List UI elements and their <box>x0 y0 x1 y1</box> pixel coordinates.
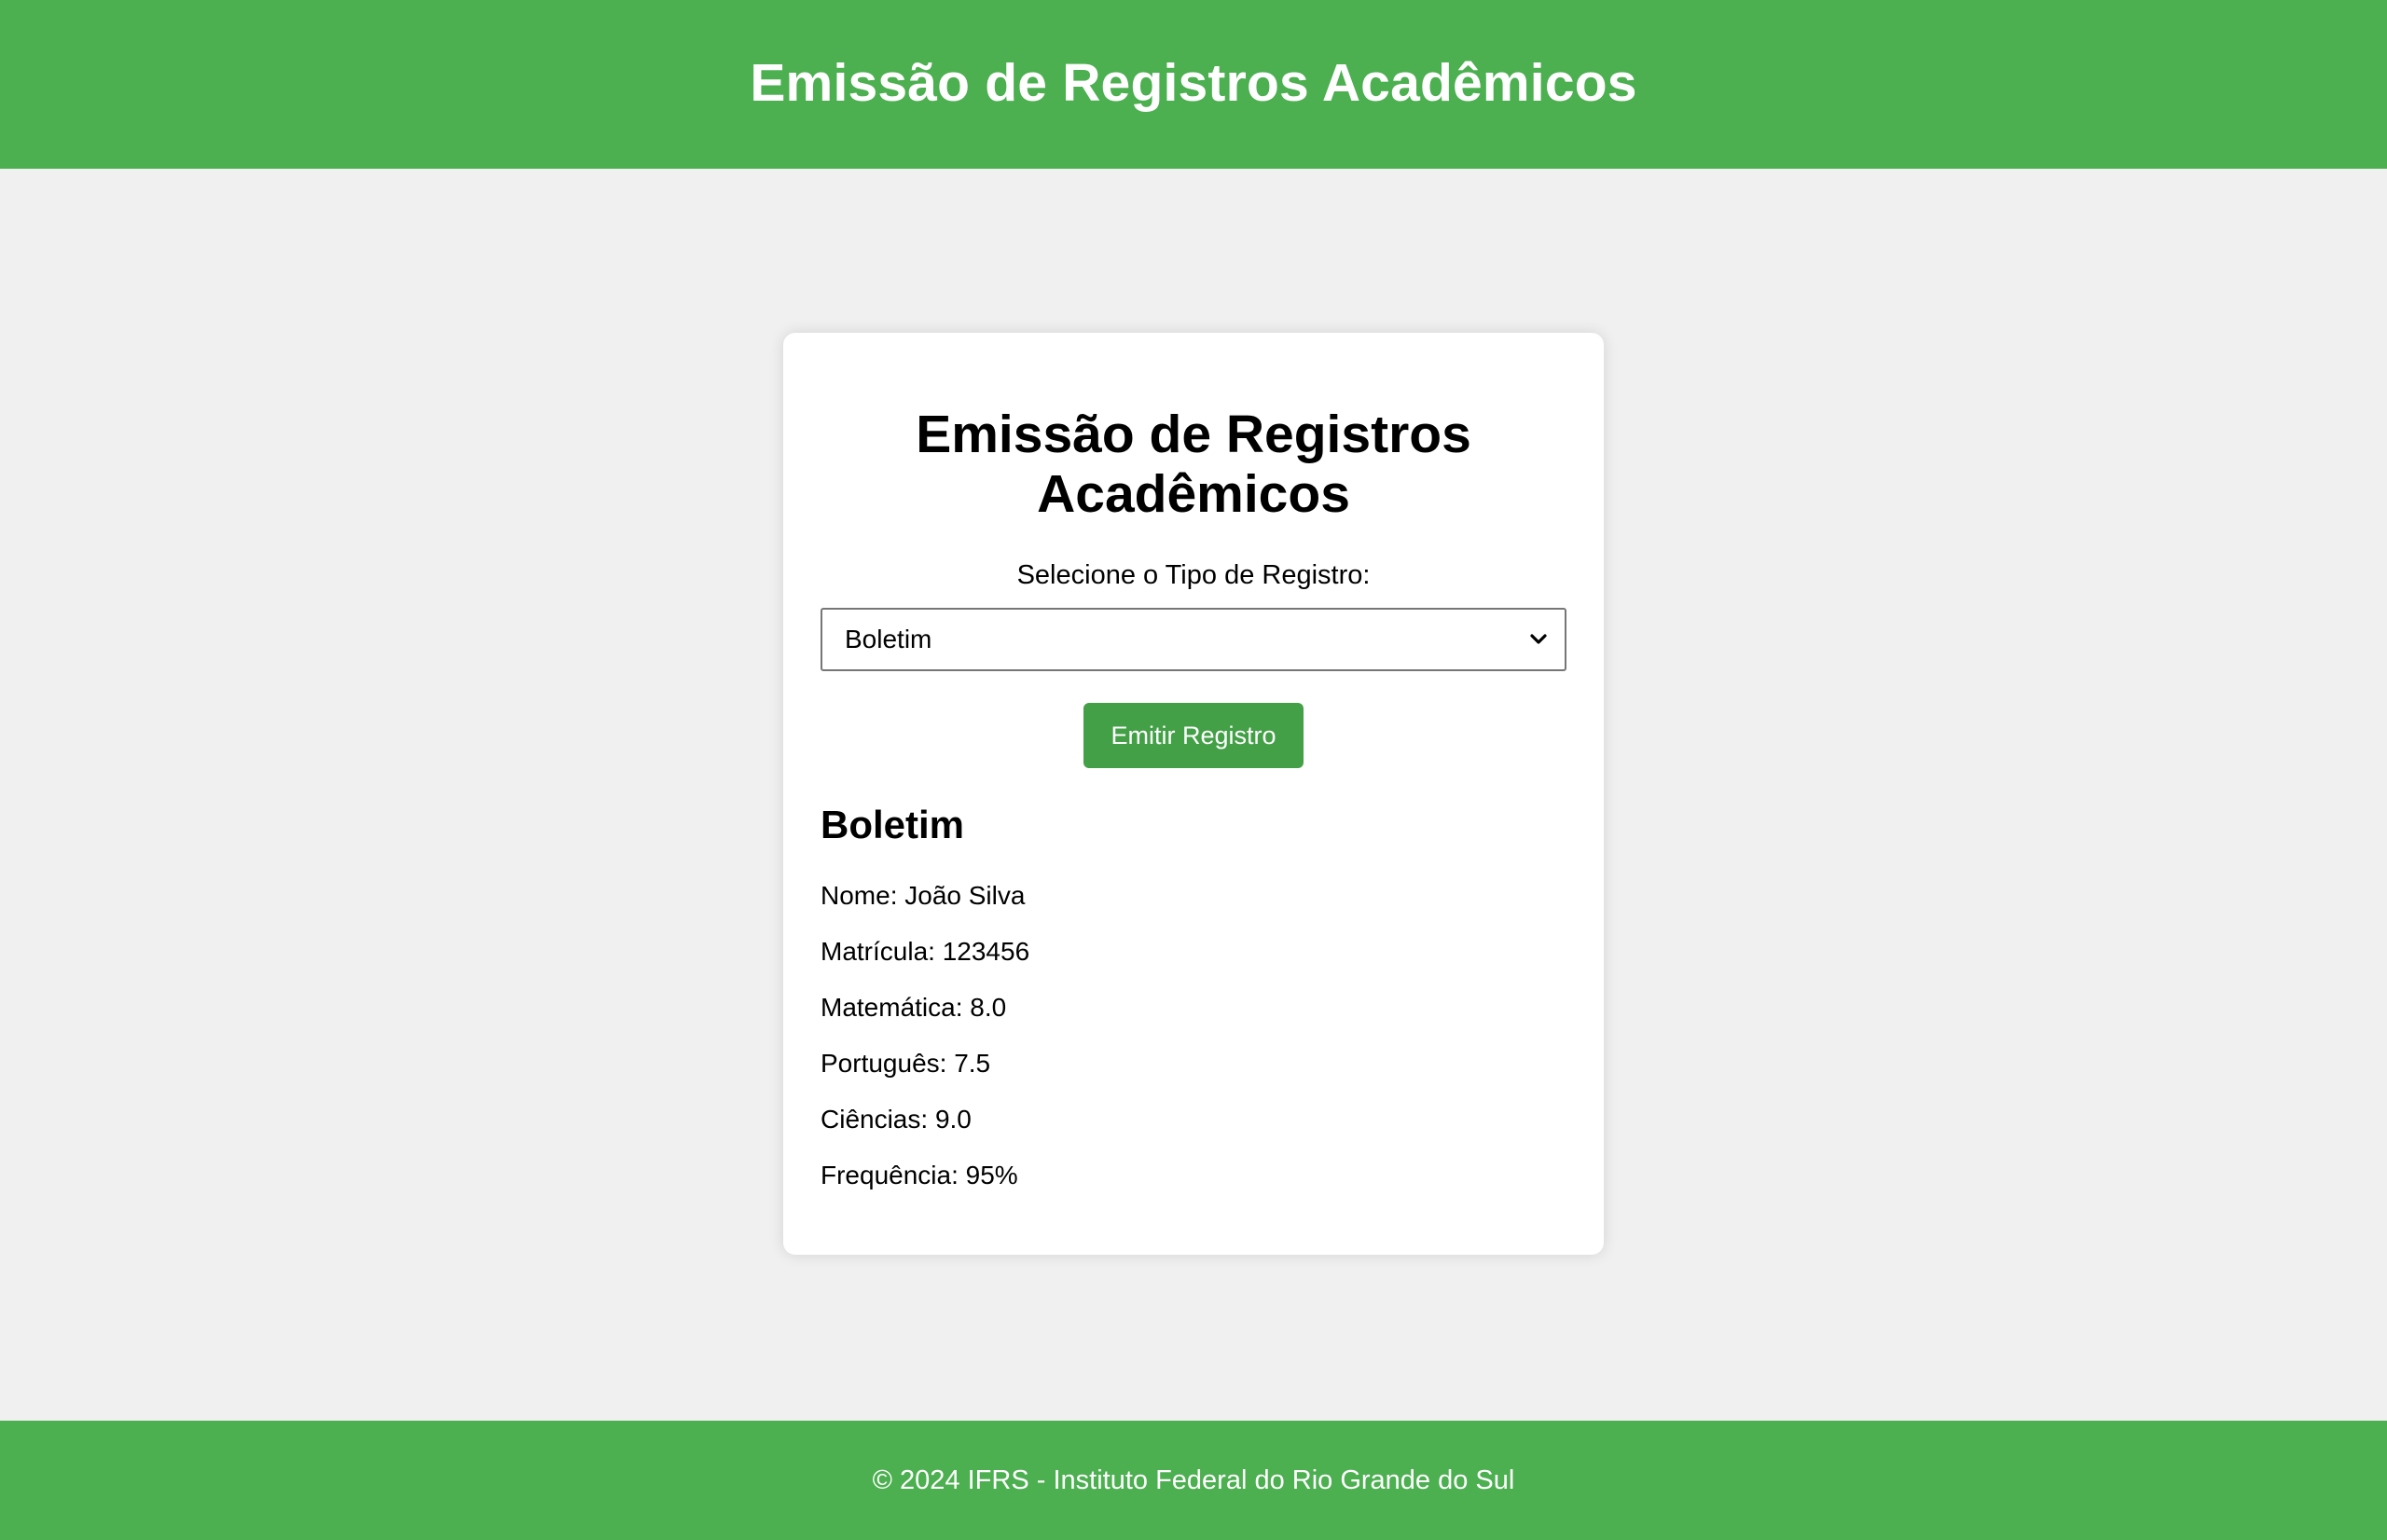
record-line-attendance: Frequência: 95% <box>821 1161 1018 1189</box>
page-title: Emissão de Registros Acadêmicos <box>750 52 1637 113</box>
record-line-math: Matemática: 8.0 <box>821 993 1007 1022</box>
record-type-selected-value: Boletim <box>845 625 932 653</box>
record-type-label: Selecione o Tipo de Registro: <box>1016 560 1371 590</box>
chevron-down-icon <box>1527 628 1550 651</box>
site-header: Emissão de Registros Acadêmicos <box>0 0 2387 169</box>
record-card: Emissão de Registros Acadêmicos Selecion… <box>783 333 1604 1255</box>
record-details: Nome: João Silva Matrícula: 123456 Matem… <box>821 880 1566 1216</box>
record-line-registration: Matrícula: 123456 <box>821 937 1030 966</box>
site-footer: © 2024 IFRS - Instituto Federal do Rio G… <box>0 1421 2387 1540</box>
record-line-science: Ciências: 9.0 <box>821 1105 972 1134</box>
record-line-name: Nome: João Silva <box>821 881 1026 910</box>
footer-text: © 2024 IFRS - Instituto Federal do Rio G… <box>872 1464 1515 1495</box>
record-type-select[interactable]: Boletim <box>821 608 1566 671</box>
emit-record-button[interactable]: Emitir Registro <box>1083 703 1304 768</box>
record-line-portuguese: Português: 7.5 <box>821 1049 991 1078</box>
record-title: Boletim <box>821 803 965 846</box>
card-title: Emissão de Registros Acadêmicos <box>916 405 1471 524</box>
